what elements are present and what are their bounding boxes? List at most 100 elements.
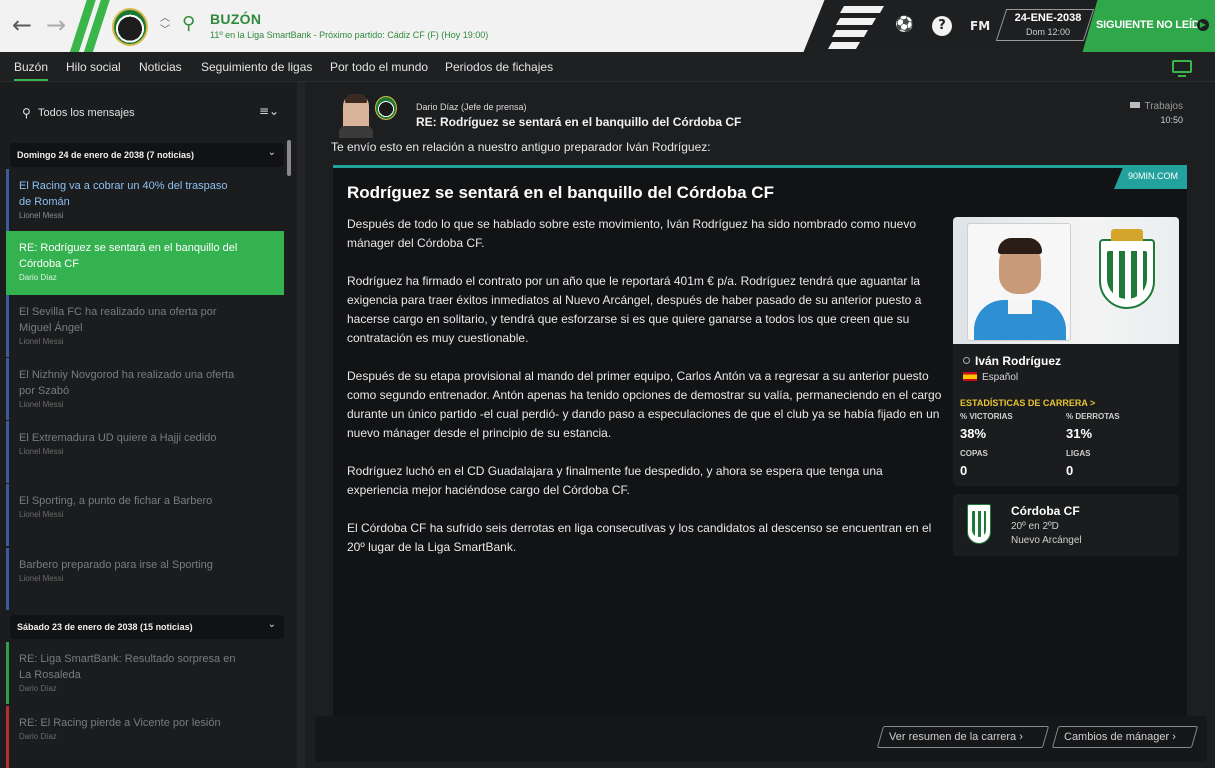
list-item[interactable]: El Racing va a cobrar un 40% del traspas… — [6, 169, 284, 231]
club-crest-icon[interactable] — [112, 8, 148, 46]
tab-hilo-social[interactable]: Hilo social — [66, 60, 121, 74]
club-name[interactable]: Córdoba CF — [1011, 504, 1080, 518]
person-nationality: Español — [963, 372, 1018, 383]
group-label: Domingo 24 de enero de 2038 (7 noticias) — [17, 150, 195, 160]
current-date: 24-ENE-2038 — [1014, 12, 1082, 24]
sender-avatar[interactable] — [339, 94, 373, 138]
message-title: El Sevilla FC ha realizado una oferta po… — [19, 306, 217, 334]
list-item[interactable]: El Sevilla FC ha realizado una oferta po… — [6, 295, 284, 357]
date-group-header[interactable]: Sábado 23 de enero de 2038 (15 noticias)… — [10, 615, 284, 639]
message-intro: Te envío esto en relación a nuestro anti… — [331, 140, 711, 154]
career-stats-link[interactable]: ESTADÍSTICAS DE CARRERA > — [960, 398, 1095, 408]
message-author: Dario Díaz — [19, 732, 57, 741]
career-summary-label: Ver resumen de la carrera › — [889, 731, 1023, 743]
stat-value: 0 — [1066, 463, 1074, 478]
person-card: Iván Rodríguez Español ESTADÍSTICAS DE C… — [953, 217, 1179, 486]
message-author: Lionel Messi — [19, 447, 64, 456]
tv-icon[interactable] — [1172, 60, 1192, 77]
forward-arrow-icon[interactable]: → — [46, 12, 66, 38]
message-title: El Nizhniy Novgorod ha realizado una ofe… — [19, 369, 235, 397]
category-label: Trabajos — [1144, 101, 1183, 112]
list-item[interactable]: RE: Liga SmartBank: Resultado sorpresa e… — [6, 642, 284, 704]
list-item[interactable]: El Nizhniy Novgorod ha realizado una ofe… — [6, 358, 284, 420]
list-item-selected[interactable]: RE: Rodríguez se sentará en el banquillo… — [6, 231, 284, 295]
list-item[interactable]: RE: El Racing pierde a Vicente por lesió… — [6, 706, 284, 768]
back-arrow-icon[interactable]: ← — [12, 12, 32, 38]
article-body: Después de todo lo que se hablado sobre … — [347, 215, 945, 576]
next-unread-label[interactable]: SIGUIENTE NO LEÍDO — [1096, 19, 1208, 31]
sub-navigation: Buzón Hilo social Noticias Seguimiento d… — [0, 52, 1215, 82]
page-subtitle[interactable]: 11º en la Liga SmartBank - Próximo parti… — [210, 30, 488, 40]
message-category: Trabajos — [1130, 101, 1183, 112]
group-label: Sábado 23 de enero de 2038 (15 noticias) — [17, 622, 193, 632]
career-summary-button[interactable]: Ver resumen de la carrera › — [876, 726, 1050, 748]
article-paragraph: Rodríguez ha firmado el contrato por un … — [347, 274, 922, 345]
search-icon[interactable]: ⚲ — [182, 13, 195, 34]
slash-decoration — [835, 18, 877, 25]
next-arrow-icon[interactable]: ▶ — [1197, 19, 1209, 31]
priority-bar — [6, 706, 9, 768]
cordoba-crest-icon — [967, 504, 991, 544]
sender-name[interactable]: Dario Díaz (Jefe de prensa) — [416, 102, 527, 112]
message-title: RE: El Racing pierde a Vicente por lesió… — [19, 717, 221, 729]
list-item[interactable]: El Extremadura UD quiere a Hajji cedido … — [6, 421, 284, 483]
club-switch-icon[interactable]: ︿ ﹀ — [160, 13, 170, 37]
action-footer: Ver resumen de la carrera › Cambios de m… — [315, 716, 1207, 762]
club-crest-icon — [375, 96, 397, 120]
tab-noticias[interactable]: Noticias — [139, 60, 182, 74]
priority-bar — [6, 642, 9, 704]
person-photo[interactable] — [967, 223, 1071, 341]
top-bar: ← → ︿ ﹀ ⚲ BUZÓN 11º en la Liga SmartBank … — [0, 0, 1215, 52]
tab-buzon[interactable]: Buzón — [14, 60, 49, 81]
message-subject: RE: Rodríguez se sentará en el banquillo… — [416, 115, 742, 129]
page-title: BUZÓN — [210, 11, 262, 27]
current-time: Dom 12:00 — [1025, 27, 1071, 37]
slash-decoration — [827, 42, 861, 49]
date-group-header[interactable]: Domingo 24 de enero de 2038 (7 noticias)… — [10, 143, 284, 167]
manager-changes-label: Cambios de mánager › — [1064, 731, 1176, 743]
football-icon[interactable]: ⚽ — [895, 15, 914, 33]
manager-changes-button[interactable]: Cambios de mánager › — [1051, 726, 1199, 748]
article-source: 90MIN.COM — [1113, 165, 1187, 189]
tab-seguimiento-ligas[interactable]: Seguimiento de ligas — [201, 60, 312, 74]
list-item[interactable]: Barbero preparado para irse al Sporting … — [6, 548, 284, 610]
person-icon — [963, 357, 970, 364]
message-author: Lionel Messi — [19, 400, 64, 409]
help-icon[interactable]: ? — [932, 16, 952, 36]
stat-value: 0 — [960, 463, 968, 478]
club-card[interactable]: Córdoba CF 20º en 2ºD Nuevo Arcángel — [953, 494, 1179, 556]
stat-label: LIGAS — [1066, 449, 1091, 458]
priority-bar — [6, 295, 9, 357]
inbox-app: ← → ︿ ﹀ ⚲ BUZÓN 11º en la Liga SmartBank … — [0, 0, 1215, 768]
tab-por-todo-el-mundo[interactable]: Por todo el mundo — [330, 60, 428, 74]
collar-shape — [1008, 300, 1032, 314]
panel-divider[interactable] — [297, 82, 305, 768]
nationality-text: Español — [982, 372, 1019, 383]
stat-label: % VICTORIAS — [960, 412, 1013, 421]
filter-label: Todos los mensajes — [38, 107, 135, 119]
article-paragraph: Después de todo lo que se hablado sobre … — [347, 217, 917, 250]
message-author: Dario Díaz — [19, 684, 57, 693]
list-options-icon[interactable]: ≡⌄ — [252, 104, 286, 126]
club-stadium: Nuevo Arcángel — [1011, 535, 1082, 546]
chevron-down-icon[interactable]: ⌄ — [268, 147, 276, 158]
search-icon: ⚲ — [22, 106, 31, 120]
tab-periodos-fichajes[interactable]: Periodos de fichajes — [445, 60, 553, 74]
news-article: 90MIN.COM Rodríguez se sentará en el ban… — [333, 165, 1187, 760]
person-name[interactable]: Iván Rodríguez — [963, 354, 1061, 368]
message-filter[interactable]: ⚲ Todos los mensajes — [10, 100, 246, 126]
list-item[interactable]: El Sporting, a punto de fichar a Barbero… — [6, 484, 284, 546]
cordoba-crest-icon[interactable] — [1099, 229, 1155, 309]
priority-bar — [6, 548, 9, 610]
message-author: Dario Díaz — [19, 273, 57, 282]
priority-bar — [6, 421, 9, 483]
list-scrollbar[interactable] — [287, 140, 291, 176]
stat-label: COPAS — [960, 449, 988, 458]
article-paragraph: Rodríguez luchó en el CD Guadalajara y f… — [347, 464, 883, 497]
fm-menu-icon[interactable]: FM — [970, 19, 990, 33]
message-author: Lionel Messi — [19, 574, 64, 583]
club-position: 20º en 2ºD — [1011, 521, 1059, 532]
chevron-down-icon[interactable]: ⌄ — [268, 619, 276, 630]
message-title: El Racing va a cobrar un 40% del traspas… — [19, 180, 228, 208]
person-name-text: Iván Rodríguez — [975, 354, 1062, 368]
